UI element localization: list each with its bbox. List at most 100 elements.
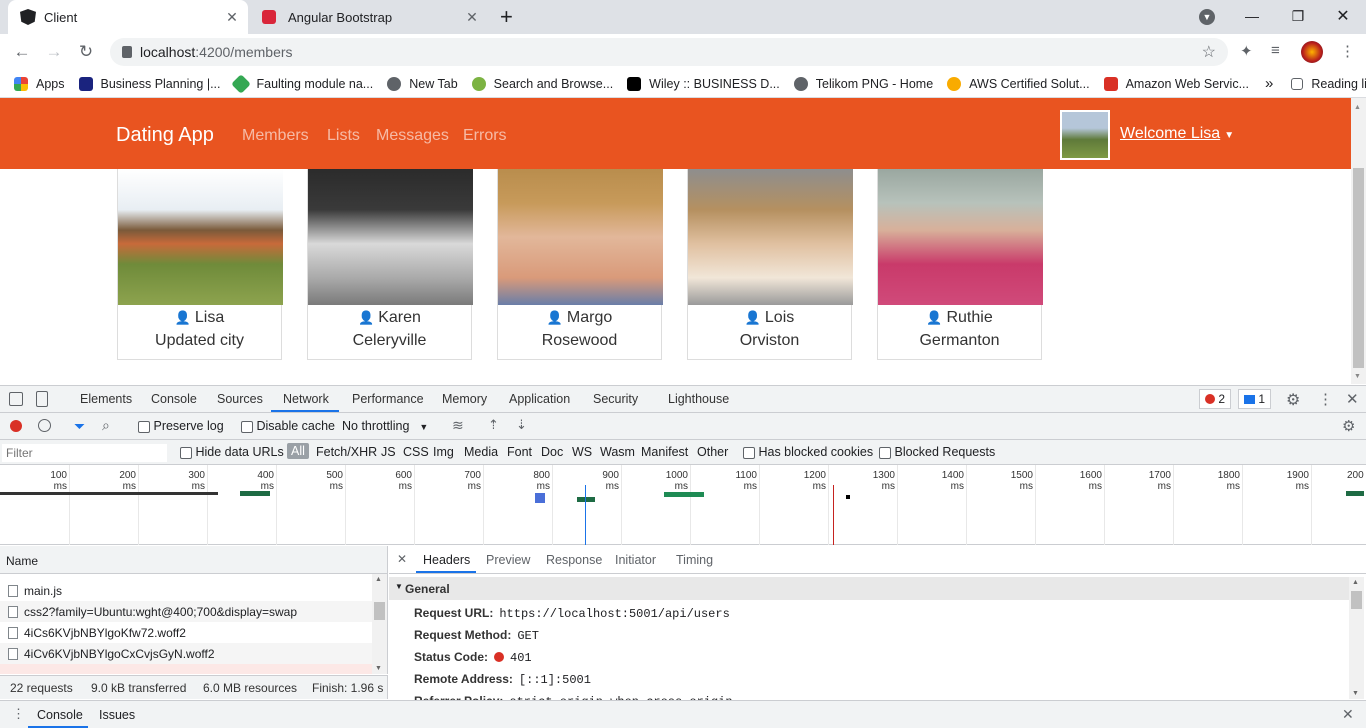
close-window-button[interactable]: ✕ <box>1320 0 1366 32</box>
member-card[interactable]: 👤 Karen Celeryville <box>307 169 473 360</box>
record-button[interactable] <box>10 420 22 432</box>
blocked-requests-checkbox[interactable]: Blocked Requests <box>879 445 995 459</box>
hide-data-urls-checkbox[interactable]: Hide data URLs <box>180 445 284 459</box>
devtools-tab-sources[interactable]: Sources <box>217 392 263 406</box>
bookmark-item[interactable]: Business Planning |... <box>78 76 220 91</box>
nav-errors[interactable]: Errors <box>463 127 507 145</box>
reading-list-button[interactable]: Reading list <box>1291 77 1366 91</box>
settings-gear-icon[interactable]: ⚙ <box>1286 390 1300 410</box>
devtools-tab-memory[interactable]: Memory <box>442 392 487 406</box>
detail-tab-response[interactable]: Response <box>546 553 602 567</box>
member-photo[interactable] <box>878 169 1043 305</box>
extensions-icon[interactable]: ✦ <box>1240 42 1253 60</box>
detail-tab-headers[interactable]: Headers <box>423 553 470 567</box>
type-filter-media[interactable]: Media <box>464 445 498 459</box>
filter-input[interactable] <box>2 444 167 462</box>
general-section-header[interactable]: ▼ General <box>389 577 1349 600</box>
type-filter-all[interactable]: All <box>287 443 309 459</box>
inspect-icon[interactable] <box>9 392 23 406</box>
disable-cache-checkbox[interactable]: Disable cache <box>241 419 335 433</box>
star-icon[interactable]: ☆ <box>1202 42 1216 62</box>
bookmark-item[interactable]: Telikom PNG - Home <box>793 76 933 91</box>
close-devtools-icon[interactable]: ✕ <box>1346 390 1359 408</box>
close-drawer-icon[interactable]: ✕ <box>1342 706 1354 723</box>
page-scrollbar[interactable]: ▲ ▼ <box>1351 98 1366 384</box>
media-icon[interactable]: ≡ <box>1271 42 1280 59</box>
bookmark-item[interactable]: Faulting module na... <box>231 73 373 94</box>
export-har-icon[interactable]: ⇣ <box>516 417 527 433</box>
request-row[interactable]: main.js <box>0 580 387 601</box>
throttling-select[interactable]: No throttling ▼ <box>342 419 428 433</box>
devtools-tab-elements[interactable]: Elements <box>80 392 132 406</box>
type-filter-manifest[interactable]: Manifest <box>641 445 688 459</box>
devtools-tab-lighthouse[interactable]: Lighthouse <box>668 392 729 406</box>
tab-angular-bootstrap[interactable]: Angular Bootstrap ✕ <box>252 0 488 34</box>
member-card[interactable]: 👤 Margo Rosewood <box>497 169 663 360</box>
type-filter-ws[interactable]: WS <box>572 445 592 459</box>
drawer-tab-console[interactable]: Console <box>37 708 83 722</box>
restore-button[interactable]: ❐ <box>1275 0 1321 32</box>
devtools-tab-console[interactable]: Console <box>151 392 197 406</box>
request-list[interactable]: main.js css2?family=Ubuntu:wght@400;700&d… <box>0 574 388 674</box>
profile-avatar[interactable] <box>1301 41 1323 63</box>
tab-search-icon[interactable]: ▼ <box>1199 9 1215 25</box>
filter-icon[interactable]: ⏷ <box>74 418 85 435</box>
devtools-tab-application[interactable]: Application <box>509 392 570 406</box>
nav-messages[interactable]: Messages <box>376 127 449 145</box>
back-icon[interactable]: ← <box>8 40 36 64</box>
request-row[interactable]: 4iCv6KVjbNBYlgoCxCvjsGyN.woff2 <box>0 643 387 664</box>
type-filter-img[interactable]: Img <box>433 445 454 459</box>
nav-members[interactable]: Members <box>242 127 309 145</box>
drawer-menu-icon[interactable]: ⋮ <box>12 706 25 722</box>
has-blocked-cookies-checkbox[interactable]: Has blocked cookies <box>743 445 873 459</box>
bookmark-item[interactable]: AWS Certified Solut... <box>947 76 1090 91</box>
import-har-icon[interactable]: ⇡ <box>488 417 499 433</box>
close-icon[interactable]: ✕ <box>224 9 240 26</box>
detail-tab-initiator[interactable]: Initiator <box>615 553 656 567</box>
detail-tab-timing[interactable]: Timing <box>676 553 713 567</box>
menu-icon[interactable]: ⋮ <box>1340 42 1355 60</box>
network-settings-icon[interactable]: ⚙ <box>1342 417 1355 435</box>
new-tab-button[interactable]: + <box>500 4 513 30</box>
member-card[interactable]: 👤 Ruthie Germanton <box>877 169 1043 360</box>
type-filter-css[interactable]: CSS <box>403 445 429 459</box>
type-filter-js[interactable]: JS <box>381 445 396 459</box>
minimize-button[interactable]: — <box>1229 0 1275 32</box>
drawer-tab-issues[interactable]: Issues <box>99 708 135 722</box>
type-filter-fetchxhr[interactable]: Fetch/XHR <box>316 445 377 459</box>
error-badge[interactable]: 2 <box>1199 389 1232 409</box>
request-row[interactable]: css2?family=Ubuntu:wght@400;700&display=… <box>0 601 387 622</box>
type-filter-wasm[interactable]: Wasm <box>600 445 635 459</box>
devtools-tab-performance[interactable]: Performance <box>352 392 424 406</box>
close-detail-icon[interactable]: ✕ <box>397 552 407 566</box>
brand-link[interactable]: Dating App <box>116 124 214 147</box>
bookmark-item[interactable]: Amazon Web Servic... <box>1103 76 1249 91</box>
devtools-tab-network[interactable]: Network <box>283 392 329 406</box>
detail-tab-preview[interactable]: Preview <box>486 553 530 567</box>
more-options-icon[interactable]: ⋮ <box>1318 390 1333 408</box>
bookmark-item[interactable]: New Tab <box>387 76 458 91</box>
nav-lists[interactable]: Lists <box>327 127 360 145</box>
request-list-scrollbar[interactable]: ▲ ▼ <box>372 574 387 674</box>
bookmark-item[interactable]: Wiley :: BUSINESS D... <box>627 76 780 91</box>
forward-icon[interactable]: → <box>40 40 68 64</box>
type-filter-other[interactable]: Other <box>697 445 728 459</box>
devtools-tab-security[interactable]: Security <box>593 392 638 406</box>
search-icon[interactable]: ⌕ <box>102 417 110 434</box>
tab-client[interactable]: Client ✕ <box>8 0 248 34</box>
clear-icon[interactable] <box>38 419 51 432</box>
close-icon[interactable]: ✕ <box>464 9 480 26</box>
request-list-header[interactable]: Name <box>0 546 388 574</box>
member-photo[interactable] <box>308 169 473 305</box>
detail-scrollbar[interactable]: ▲ ▼ <box>1349 577 1364 699</box>
preserve-log-checkbox[interactable]: Preserve log <box>138 419 224 433</box>
network-conditions-icon[interactable]: ≋ <box>452 417 464 434</box>
address-bar[interactable]: localhost:4200/members ☆ <box>110 38 1228 66</box>
bookmark-item[interactable]: Search and Browse... <box>471 76 613 91</box>
device-toolbar-icon[interactable] <box>36 391 48 407</box>
request-row-selected-error[interactable] <box>0 664 387 674</box>
member-photo[interactable] <box>688 169 853 305</box>
member-photo[interactable] <box>118 169 283 305</box>
reload-icon[interactable]: ↻ <box>72 40 100 64</box>
member-photo[interactable] <box>498 169 663 305</box>
